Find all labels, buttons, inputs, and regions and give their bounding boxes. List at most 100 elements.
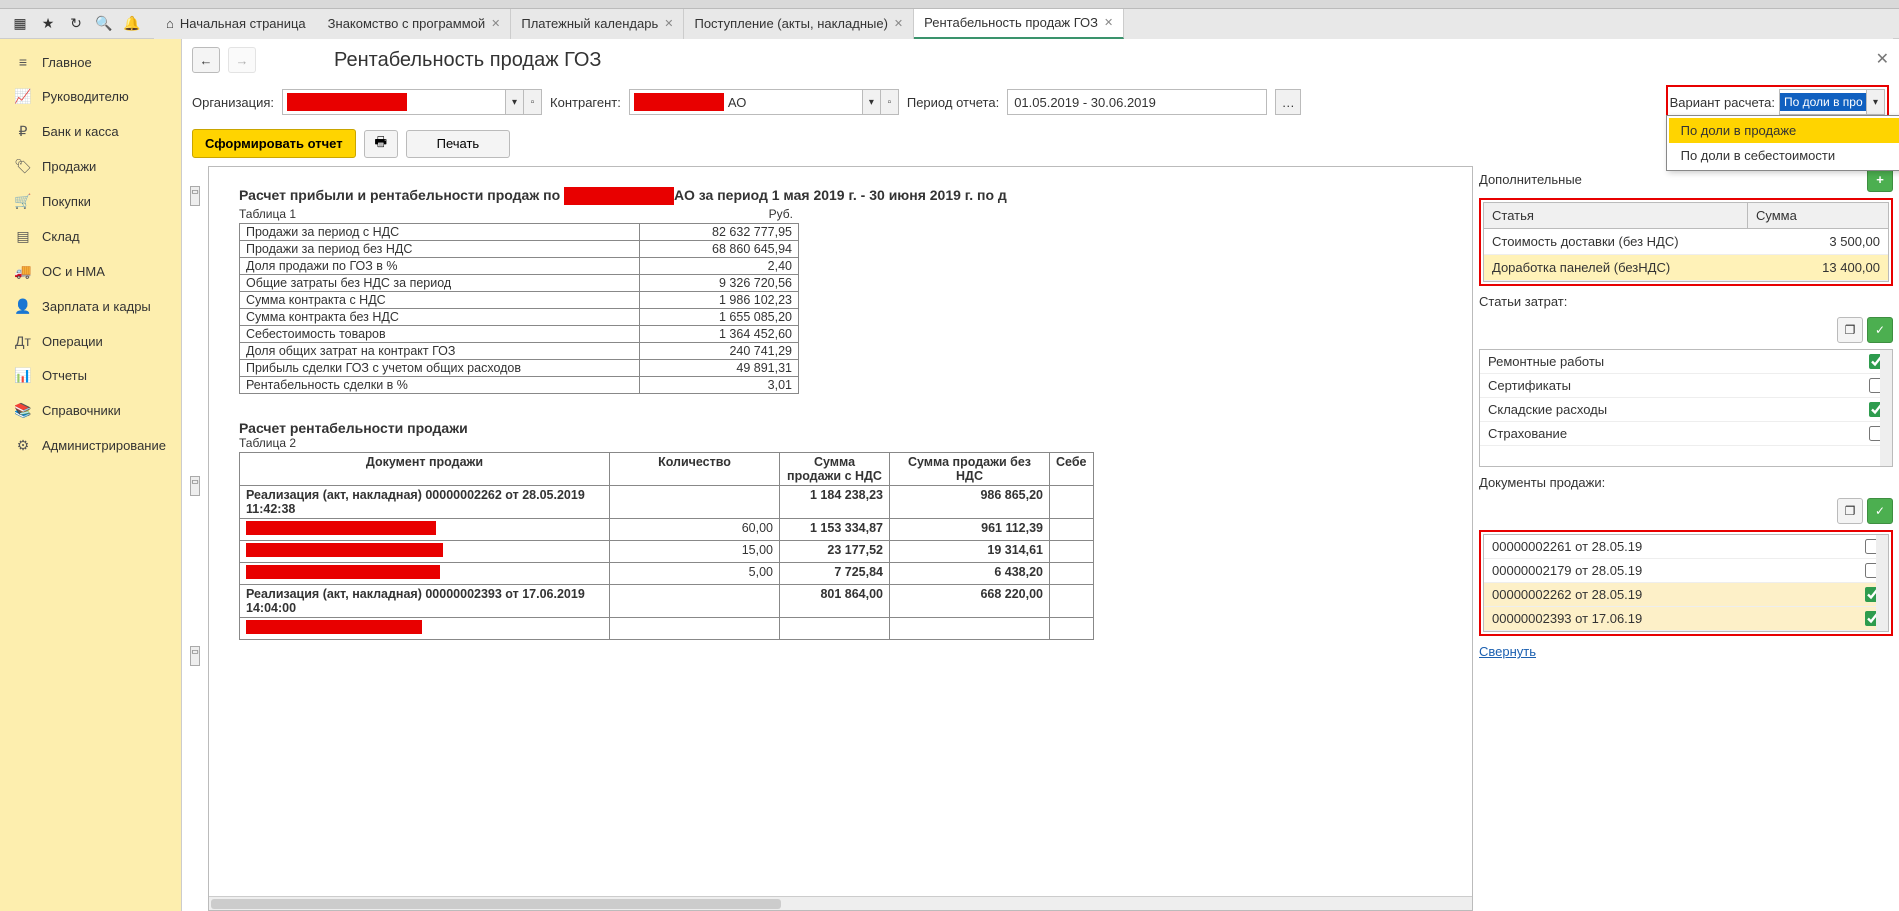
tab-intro[interactable]: Знакомство с программой ✕	[318, 9, 512, 39]
open-icon[interactable]: ▫	[523, 90, 541, 114]
redacted-block	[246, 565, 440, 579]
bell-icon[interactable]: 🔔	[118, 11, 146, 37]
table-cell	[780, 618, 890, 640]
close-page-button[interactable]: ✕	[1876, 49, 1889, 69]
star-icon[interactable]: ★	[34, 11, 62, 37]
table-cell: 5,00	[610, 563, 780, 585]
ruler-handle[interactable]: ▭	[190, 476, 200, 496]
td-article: Доработка панелей (безНДС)	[1484, 255, 1748, 280]
period-picker-button[interactable]: …	[1275, 89, 1301, 115]
table-cell: 1 986 102,23	[640, 292, 799, 309]
org-combo[interactable]: ▾ ▫	[282, 89, 542, 115]
form-report-button[interactable]: Сформировать отчет	[192, 129, 356, 158]
scrollbar[interactable]	[1876, 535, 1888, 631]
list-item[interactable]: 00000002262 от 28.05.19	[1484, 583, 1888, 607]
dropdown-option-share-sales[interactable]: По доли в продаже	[1669, 118, 1899, 143]
table-cell	[1050, 618, 1094, 640]
table-row[interactable]: Доработка панелей (безНДС)13 400,00	[1484, 255, 1888, 281]
sidebar: ≡Главное 📈Руководителю ₽Банк и касса 🏷Пр…	[0, 39, 182, 911]
table-cell: Общие затраты без НДС за период	[240, 275, 640, 292]
table-cell: 7 725,84	[780, 563, 890, 585]
print-icon-button[interactable]: 🖶	[364, 130, 398, 158]
sidebar-item-operations[interactable]: ДтОперации	[0, 324, 181, 358]
report-area[interactable]: Расчет прибыли и рентабельности продаж п…	[208, 166, 1473, 911]
sidebar-item-main[interactable]: ≡Главное	[0, 45, 181, 79]
table-cell: Прибыль сделки ГОЗ с учетом общих расход…	[240, 360, 640, 377]
scrollbar[interactable]	[1880, 350, 1892, 466]
sidebar-item-sales[interactable]: 🏷Продажи	[0, 149, 181, 184]
extra-costs-label: Дополнительные	[1479, 170, 1582, 189]
sidebar-item-bank[interactable]: ₽Банк и касса	[0, 114, 181, 149]
apps-icon[interactable]: ▦	[6, 11, 34, 37]
forward-button[interactable]: →	[228, 47, 256, 73]
sidebar-item-salary[interactable]: 👤Зарплата и кадры	[0, 289, 181, 324]
check-all-button[interactable]: ✓	[1867, 317, 1893, 343]
td-sum: 13 400,00	[1748, 255, 1888, 280]
tab-home[interactable]: ⌂ Начальная страница	[154, 9, 318, 39]
table-cell: Реализация (акт, накладная) 00000002393 …	[240, 585, 610, 618]
td-sum: 3 500,00	[1748, 229, 1888, 254]
dropdown-option-share-cost[interactable]: По доли в себестоимости	[1669, 143, 1899, 168]
copy-button[interactable]: ❐	[1837, 317, 1863, 343]
close-icon[interactable]: ✕	[664, 17, 673, 30]
tab-profitability[interactable]: Рентабельность продаж ГОЗ ✕	[914, 9, 1124, 39]
list-item[interactable]: Ремонтные работы	[1480, 350, 1892, 374]
ruler-handle[interactable]: ▭	[190, 186, 200, 206]
sidebar-item-admin[interactable]: ⚙Администрирование	[0, 428, 181, 463]
truck-icon: 🚚	[14, 263, 32, 280]
sales-docs-list: 00000002261 от 28.05.1900000002179 от 28…	[1483, 534, 1889, 632]
redacted-block	[246, 620, 422, 634]
sidebar-item-references[interactable]: 📚Справочники	[0, 393, 181, 428]
dtk-icon: Дт	[14, 333, 32, 349]
check-all-button[interactable]: ✓	[1867, 498, 1893, 524]
sidebar-item-reports[interactable]: 📊Отчеты	[0, 358, 181, 393]
right-panel: Дополнительные + Статья Сумма Стоимость …	[1479, 166, 1899, 911]
dropdown-icon[interactable]: ▾	[862, 90, 880, 114]
horizontal-scrollbar[interactable]	[209, 896, 1472, 910]
table-row[interactable]: Стоимость доставки (без НДС)3 500,00	[1484, 229, 1888, 255]
list-item[interactable]: Страхование	[1480, 422, 1892, 446]
list-item[interactable]: 00000002179 от 28.05.19	[1484, 559, 1888, 583]
ruble-icon: ₽	[14, 123, 32, 140]
close-icon[interactable]: ✕	[1104, 16, 1113, 29]
sidebar-item-manager[interactable]: 📈Руководителю	[0, 79, 181, 114]
dropdown-icon[interactable]: ▾	[505, 90, 523, 114]
contragent-suffix: АО	[724, 95, 747, 110]
close-icon[interactable]: ✕	[894, 17, 903, 30]
search-icon[interactable]: 🔍	[90, 11, 118, 37]
contragent-combo[interactable]: АО ▾ ▫	[629, 89, 899, 115]
dropdown-icon[interactable]: ▾	[1866, 90, 1884, 114]
list-item[interactable]: 00000002393 от 17.06.19	[1484, 607, 1888, 631]
table-cell	[240, 563, 610, 585]
variant-combo[interactable]: По доли в про ▾	[1779, 89, 1885, 115]
table-cell: Сумма контракта с НДС	[240, 292, 640, 309]
copy-button[interactable]: ❐	[1837, 498, 1863, 524]
table-cell: 49 891,31	[640, 360, 799, 377]
list-item[interactable]: 00000002261 от 28.05.19	[1484, 535, 1888, 559]
close-icon[interactable]: ✕	[491, 17, 500, 30]
list-item-label: 00000002262 от 28.05.19	[1492, 587, 1865, 602]
history-icon[interactable]: ↻	[62, 11, 90, 37]
table-cell: 801 864,00	[780, 585, 890, 618]
tab-payment-calendar[interactable]: Платежный календарь ✕	[511, 9, 684, 39]
list-item[interactable]: Складские расходы	[1480, 398, 1892, 422]
sidebar-item-label: Продажи	[42, 159, 96, 174]
print-button[interactable]: Печать	[406, 130, 511, 158]
sidebar-item-purchases[interactable]: 🛒Покупки	[0, 184, 181, 219]
table-cell	[610, 585, 780, 618]
period-input[interactable]: 01.05.2019 - 30.06.2019	[1007, 89, 1267, 115]
ruler-handle[interactable]: ▭	[190, 646, 200, 666]
table-cell: 82 632 777,95	[640, 224, 799, 241]
table-cell: Доля продажи по ГОЗ в %	[240, 258, 640, 275]
table-cell: 6 438,20	[890, 563, 1050, 585]
open-icon[interactable]: ▫	[880, 90, 898, 114]
tab-receipts[interactable]: Поступление (акты, накладные) ✕	[684, 9, 914, 39]
sidebar-item-warehouse[interactable]: ▤Склад	[0, 219, 181, 254]
list-item[interactable]: Сертификаты	[1480, 374, 1892, 398]
back-button[interactable]: ←	[192, 47, 220, 73]
sidebar-item-assets[interactable]: 🚚ОС и НМА	[0, 254, 181, 289]
th-article: Статья	[1484, 203, 1748, 228]
table-cell	[890, 618, 1050, 640]
list-item-label: 00000002393 от 17.06.19	[1492, 611, 1865, 626]
collapse-link[interactable]: Свернуть	[1479, 642, 1893, 661]
